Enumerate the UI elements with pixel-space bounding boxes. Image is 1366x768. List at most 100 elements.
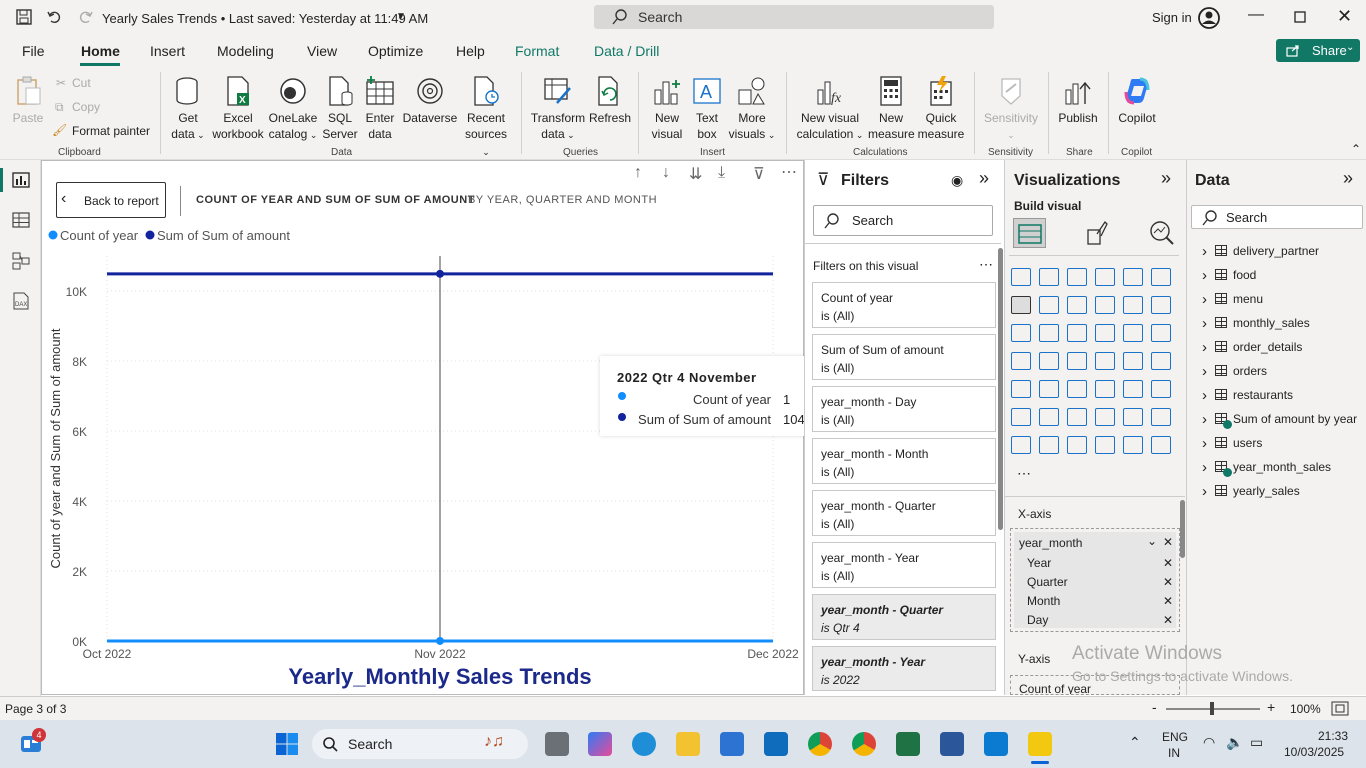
- data-table-item[interactable]: › users: [1202, 435, 1362, 453]
- recent-sources-button[interactable]: Recent sources ⌄: [460, 76, 512, 160]
- new-visual-calculation-button[interactable]: fx New visual calculation ⌄: [796, 76, 864, 143]
- filter-icon[interactable]: ⊽: [753, 164, 765, 184]
- collapse-data-icon[interactable]: »: [1343, 168, 1353, 189]
- data-table-item[interactable]: › orders: [1202, 363, 1362, 381]
- stacked-area-visual-icon[interactable]: [1067, 296, 1087, 314]
- copy-button[interactable]: Copy: [72, 99, 100, 115]
- menu-file[interactable]: File: [22, 43, 45, 59]
- enter-data-button[interactable]: Enter data: [362, 76, 398, 142]
- stacked-column-visual-icon[interactable]: [1039, 268, 1059, 286]
- remove-level-icon[interactable]: ✕: [1163, 613, 1173, 627]
- back-to-report-button[interactable]: ‹ Back to report: [56, 182, 166, 218]
- clock-date[interactable]: 10/03/2025: [1284, 745, 1344, 759]
- maximize-button[interactable]: [1294, 11, 1306, 23]
- table-visual-icon[interactable]: [1095, 380, 1115, 398]
- matrix-visual-icon[interactable]: [1123, 380, 1143, 398]
- transform-data-button[interactable]: Transform data ⌄: [530, 76, 586, 143]
- goals-visual-icon[interactable]: [1151, 408, 1171, 426]
- excel-taskbar-icon[interactable]: [896, 732, 920, 756]
- menu-modeling[interactable]: Modeling: [217, 43, 274, 59]
- text-box-button[interactable]: A Text box: [690, 76, 724, 142]
- onelake-catalog-button[interactable]: OneLake catalog ⌄: [268, 76, 318, 143]
- line-column-visual-icon[interactable]: [1123, 296, 1143, 314]
- python-visual-visual-icon[interactable]: [1011, 408, 1031, 426]
- undo-icon[interactable]: [46, 9, 62, 25]
- fit-to-page-icon[interactable]: [1331, 701, 1349, 716]
- close-button[interactable]: ✕: [1337, 6, 1352, 27]
- more-visuals-button[interactable]: More visuals ⌄: [726, 76, 778, 143]
- publish-button[interactable]: Publish: [1056, 76, 1100, 126]
- azure-map-visual-icon[interactable]: [1095, 352, 1115, 370]
- pie-visual-icon[interactable]: [1123, 324, 1143, 342]
- chrome-icon[interactable]: [808, 732, 832, 756]
- area-visual-icon[interactable]: [1039, 296, 1059, 314]
- line-chart[interactable]: Count of year Sum of Sum of amount0K2K4K6…: [41, 222, 803, 668]
- metrics-visual-icon[interactable]: [1095, 436, 1115, 454]
- data-table-item[interactable]: › menu: [1202, 291, 1362, 309]
- chevron-up-icon[interactable]: ⌃: [1129, 734, 1141, 751]
- visualizations-scrollbar[interactable]: [1180, 500, 1185, 558]
- copy-icon[interactable]: ⧉: [55, 99, 64, 115]
- funnel-visual-icon[interactable]: [1067, 324, 1087, 342]
- dax-query-view-icon[interactable]: DAX: [12, 292, 30, 310]
- menu-help[interactable]: Help: [456, 43, 485, 59]
- windows-start-icon[interactable]: [275, 732, 299, 756]
- key-influencers-visual-icon[interactable]: [1039, 408, 1059, 426]
- paste-button[interactable]: Paste: [10, 76, 46, 126]
- format-painter-icon[interactable]: 🖌: [52, 122, 67, 138]
- data-table-item[interactable]: › restaurants: [1202, 387, 1362, 405]
- menu-optimize[interactable]: Optimize: [368, 43, 423, 59]
- sql-server-button[interactable]: SQL Server: [322, 76, 358, 142]
- paginated-visual-icon[interactable]: [1011, 436, 1031, 454]
- volume-icon[interactable]: 🔈: [1226, 734, 1243, 751]
- filters-scrollbar[interactable]: [998, 248, 1003, 530]
- filter-card-count-of-year[interactable]: Count of year is (All): [812, 282, 996, 328]
- line-visual-icon[interactable]: [1011, 296, 1031, 314]
- cut-icon[interactable]: ✂: [56, 75, 66, 91]
- quick-measure-button[interactable]: Quick measure: [916, 76, 966, 142]
- save-icon[interactable]: [16, 9, 32, 25]
- diamond-visual-icon[interactable]: [1123, 436, 1143, 454]
- zoom-slider-thumb[interactable]: [1210, 702, 1214, 715]
- power-apps-visual-icon[interactable]: [1039, 436, 1059, 454]
- power-bi-icon[interactable]: [1028, 732, 1052, 756]
- clustered-column-visual-icon[interactable]: [1095, 268, 1115, 286]
- r-visual-visual-icon[interactable]: [1151, 380, 1171, 398]
- table-view-icon[interactable]: [12, 212, 30, 228]
- filter-card-year-applied[interactable]: year_month - Year is 2022: [812, 646, 996, 691]
- more-visuals-icon[interactable]: ⋯: [1017, 465, 1031, 482]
- collapse-visualizations-icon[interactable]: »: [1161, 168, 1171, 189]
- ribbon-visual-icon[interactable]: [1011, 324, 1031, 342]
- vscode-icon[interactable]: [984, 732, 1008, 756]
- file-explorer-icon[interactable]: [676, 732, 700, 756]
- zoom-out-button[interactable]: -: [1152, 699, 1157, 715]
- waterfall-visual-icon[interactable]: [1039, 324, 1059, 342]
- outlook-icon[interactable]: [764, 732, 788, 756]
- filter-card-day[interactable]: year_month - Day is (All): [812, 386, 996, 432]
- chevron-visual-icon[interactable]: [1151, 436, 1171, 454]
- eye-icon[interactable]: ◉: [951, 172, 963, 189]
- word-icon[interactable]: [940, 732, 964, 756]
- data-table-item[interactable]: › order_details: [1202, 339, 1362, 357]
- language-indicator[interactable]: ENG: [1162, 730, 1188, 744]
- new-visual-button[interactable]: New visual: [648, 76, 686, 142]
- minimize-button[interactable]: —: [1248, 6, 1264, 24]
- scatter-visual-icon[interactable]: [1095, 324, 1115, 342]
- copilot-button[interactable]: Copilot: [1114, 76, 1160, 126]
- card-visual-icon[interactable]: [1151, 352, 1171, 370]
- data-search-input[interactable]: Search: [1191, 205, 1363, 229]
- qa-visual-icon[interactable]: [1095, 408, 1115, 426]
- copilot-taskbar-icon[interactable]: [588, 732, 612, 756]
- redo-icon[interactable]: [78, 9, 94, 25]
- title-chevron-down-icon[interactable]: ▼: [396, 11, 406, 22]
- collapse-filters-icon[interactable]: »: [979, 168, 989, 189]
- menu-view[interactable]: View: [307, 43, 337, 59]
- format-visual-icon[interactable]: [1085, 220, 1109, 246]
- data-table-item[interactable]: › year_month_sales: [1202, 459, 1362, 477]
- filters-search-input[interactable]: Search: [813, 205, 993, 236]
- filter-card-month[interactable]: year_month - Month is (All): [812, 438, 996, 484]
- model-view-icon[interactable]: [12, 252, 30, 270]
- gauge-visual-icon[interactable]: [1123, 352, 1143, 370]
- expand-next-level-icon[interactable]: ⤓: [718, 164, 725, 182]
- account-icon[interactable]: [1198, 7, 1220, 29]
